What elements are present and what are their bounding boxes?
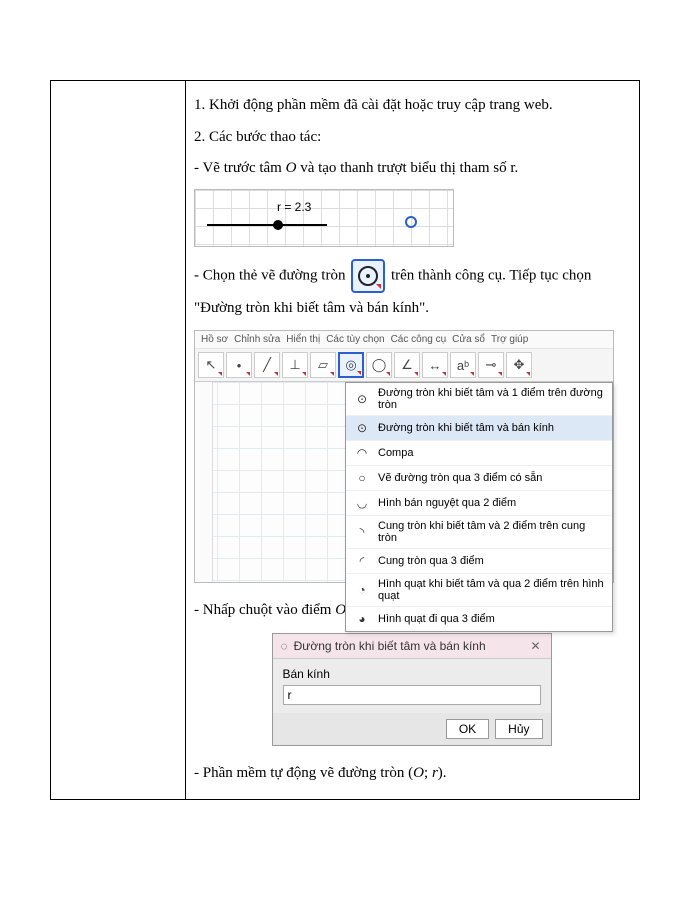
tool-line-icon[interactable]: ╱ xyxy=(254,352,280,378)
close-icon[interactable]: ✕ xyxy=(529,639,543,653)
axis-sidebar xyxy=(195,382,213,582)
figure-slider: r = 2.3 xyxy=(194,189,454,247)
circle-icon: ◌ xyxy=(281,639,288,653)
para-1: 1. Khởi động phần mềm đã cài đặt hoặc tr… xyxy=(194,90,629,122)
slider-track[interactable] xyxy=(207,224,327,226)
toolbar: ↖ • ╱ ⊥ ▱ ◎ ◯ ∠ ↔ aᵇ ⊸ ✥ xyxy=(195,349,613,382)
tool-ellipse-icon[interactable]: ◯ xyxy=(366,352,392,378)
para-2: 2. Các bước thao tác: xyxy=(194,122,629,154)
radius-input[interactable] xyxy=(283,685,541,705)
sector-3pts-icon: ◕ xyxy=(354,611,370,627)
dropdown-item[interactable]: ◜Cung tròn qua 3 điểm xyxy=(346,549,612,574)
circle-point-icon: ⊙ xyxy=(354,391,370,407)
menu-item[interactable]: Chỉnh sửa xyxy=(234,334,280,345)
para-4: - Chọn thẻ vẽ đường tròn trên thành công… xyxy=(194,259,629,325)
arc-center-icon: ◝ xyxy=(354,524,370,540)
menu-item[interactable]: Cửa sổ xyxy=(452,334,485,345)
figure-toolbar-menu: Hồ sơ Chỉnh sửa Hiển thị Các tùy chọn Cá… xyxy=(194,330,614,583)
tool-reflect-icon[interactable]: ↔ xyxy=(422,352,448,378)
tool-text-icon[interactable]: aᵇ xyxy=(450,352,476,378)
tool-perpendicular-icon[interactable]: ⊥ xyxy=(282,352,308,378)
math-O: O xyxy=(286,160,297,176)
menu-item[interactable]: Hiển thị xyxy=(286,334,320,345)
tool-circle-icon[interactable]: ◎ xyxy=(338,352,364,378)
dropdown-item[interactable]: ◔Hình quạt khi biết tâm và qua 2 điểm tr… xyxy=(346,574,612,607)
compass-icon: ◠ xyxy=(354,445,370,461)
doc-table: 1. Khởi động phần mềm đã cài đặt hoặc tr… xyxy=(50,80,640,800)
math-O: O xyxy=(413,765,424,781)
slider-label: r = 2.3 xyxy=(277,200,311,214)
arc-3pts-icon: ◜ xyxy=(354,553,370,569)
tool-point-icon[interactable]: • xyxy=(226,352,252,378)
slider-thumb[interactable] xyxy=(273,220,283,230)
tool-angle-icon[interactable]: ∠ xyxy=(394,352,420,378)
dropdown-item[interactable]: ◝Cung tròn khi biết tâm và 2 điểm trên c… xyxy=(346,516,612,549)
right-column: 1. Khởi động phần mềm đã cài đặt hoặc tr… xyxy=(186,81,640,800)
semicircle-icon: ◡ xyxy=(354,495,370,511)
sector-center-icon: ◔ xyxy=(354,582,370,598)
ok-button[interactable]: OK xyxy=(446,719,489,739)
app-menubar: Hồ sơ Chỉnh sửa Hiển thị Các tùy chọn Cá… xyxy=(195,331,613,349)
dropdown-item[interactable]: ⊙Đường tròn khi biết tâm và 1 điểm trên … xyxy=(346,383,612,416)
dialog-field-label: Bán kính xyxy=(283,667,541,681)
point-O-icon[interactable] xyxy=(405,216,417,228)
circle-tool-dropdown: ⊙Đường tròn khi biết tâm và 1 điểm trên … xyxy=(345,382,613,632)
dropdown-item[interactable]: ◕Hình quạt đi qua 3 điểm xyxy=(346,607,612,631)
dialog-title: Đường tròn khi biết tâm và bán kính xyxy=(294,639,486,653)
dialog-titlebar: ◌ Đường tròn khi biết tâm và bán kính ✕ xyxy=(273,634,551,659)
tool-polygon-icon[interactable]: ▱ xyxy=(310,352,336,378)
circle-3pts-icon: ○ xyxy=(354,470,370,486)
para-3: - Vẽ trước tâm O và tạo thanh trượt biểu… xyxy=(194,153,629,185)
dropdown-item[interactable]: ◠Compa xyxy=(346,441,612,466)
menu-item[interactable]: Các công cụ xyxy=(391,334,447,345)
left-column xyxy=(51,81,186,800)
menu-item[interactable]: Các tùy chọn xyxy=(326,334,384,345)
dropdown-item[interactable]: ○Vẽ đường tròn qua 3 điểm có sẵn xyxy=(346,466,612,491)
circle-tool-icon[interactable] xyxy=(351,259,385,293)
circle-radius-icon: ⊙ xyxy=(354,420,370,436)
para-6: - Phần mềm tự động vẽ đường tròn (O; r). xyxy=(194,758,629,790)
dropdown-item[interactable]: ⊙Đường tròn khi biết tâm và bán kính xyxy=(346,416,612,441)
figure-dialog: ◌ Đường tròn khi biết tâm và bán kính ✕ B… xyxy=(272,633,552,746)
tool-move-view-icon[interactable]: ✥ xyxy=(506,352,532,378)
tool-slider-icon[interactable]: ⊸ xyxy=(478,352,504,378)
menu-item[interactable]: Trợ giúp xyxy=(491,334,528,345)
tool-move-icon[interactable]: ↖ xyxy=(198,352,224,378)
dropdown-item[interactable]: ◡Hình bán nguyệt qua 2 điểm xyxy=(346,491,612,516)
menu-item[interactable]: Hồ sơ xyxy=(201,334,228,345)
cancel-button[interactable]: Hủy xyxy=(495,719,542,739)
